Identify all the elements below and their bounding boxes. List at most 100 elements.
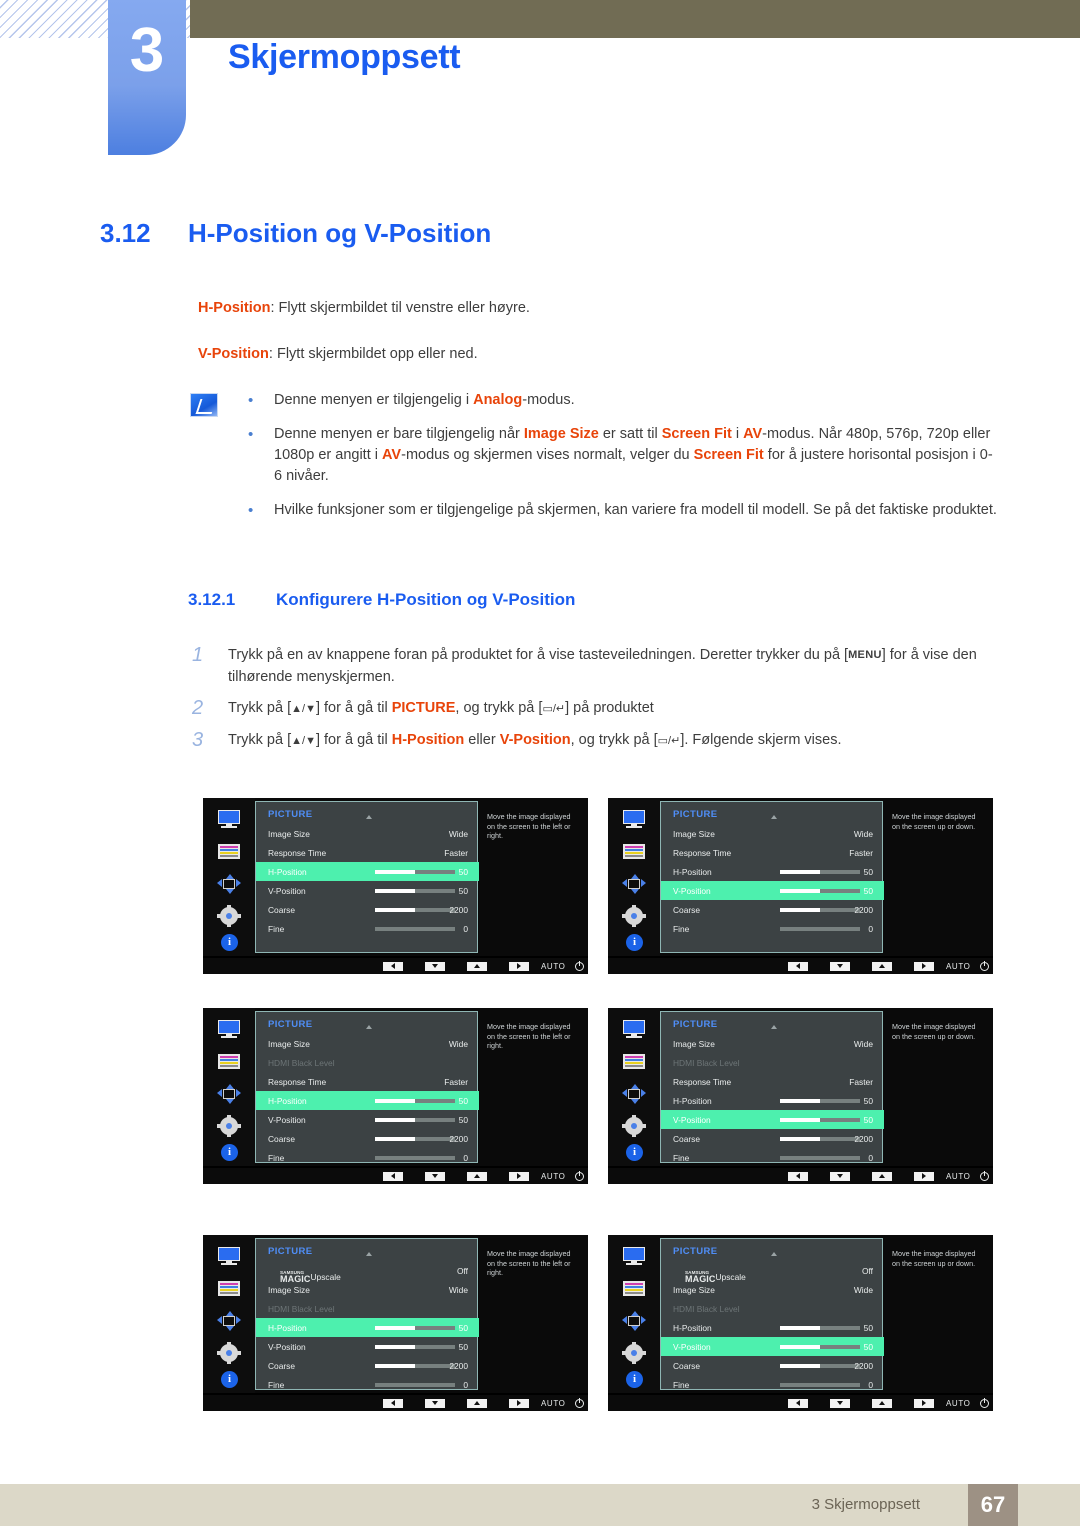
- gear-icon[interactable]: [217, 905, 241, 927]
- osd-button-up[interactable]: [872, 1171, 892, 1181]
- osd-button-right[interactable]: [509, 961, 529, 971]
- osd-scroll-up-icon[interactable]: [366, 1252, 372, 1256]
- gear-icon[interactable]: [217, 1115, 241, 1137]
- osd-button-auto[interactable]: AUTO: [946, 1172, 970, 1181]
- osd-button-auto[interactable]: AUTO: [946, 962, 970, 971]
- osd-menu-row[interactable]: H-Position 50: [256, 1091, 479, 1110]
- osd-slider[interactable]: [780, 1382, 860, 1387]
- monitor-icon[interactable]: [622, 1247, 646, 1267]
- osd-menu-row[interactable]: Image Size Wide: [661, 824, 884, 843]
- osd-menu-row[interactable]: HDMI Black Level: [661, 1299, 884, 1318]
- osd-slider[interactable]: [780, 1344, 860, 1349]
- osd-scroll-up-icon[interactable]: [771, 1252, 777, 1256]
- info-icon[interactable]: [622, 934, 646, 952]
- osd-button-right[interactable]: [914, 961, 934, 971]
- color-bars-icon[interactable]: [217, 1279, 241, 1299]
- osd-button-left[interactable]: [383, 961, 403, 971]
- osd-menu-row[interactable]: Image Size Wide: [661, 1280, 884, 1299]
- osd-slider[interactable]: [780, 888, 860, 893]
- osd-menu-row[interactable]: H-Position 50: [256, 862, 479, 881]
- osd-slider[interactable]: [780, 1117, 860, 1122]
- osd-button-down[interactable]: [425, 1398, 445, 1408]
- power-icon[interactable]: [575, 1171, 585, 1181]
- osd-menu-row[interactable]: V-Position 50: [661, 881, 884, 900]
- osd-menu-row[interactable]: Response Time Faster: [661, 1072, 884, 1091]
- osd-button-left[interactable]: [788, 1398, 808, 1408]
- osd-slider[interactable]: [780, 1136, 860, 1141]
- osd-menu-row[interactable]: Fine 0: [661, 919, 884, 938]
- osd-slider[interactable]: [780, 1098, 860, 1103]
- osd-slider[interactable]: [780, 1363, 860, 1368]
- position-arrows-icon[interactable]: [622, 1311, 646, 1331]
- osd-slider[interactable]: [375, 907, 455, 912]
- gear-icon[interactable]: [217, 1342, 241, 1364]
- osd-slider[interactable]: [375, 1117, 455, 1122]
- color-bars-icon[interactable]: [622, 1052, 646, 1072]
- osd-button-left[interactable]: [788, 1171, 808, 1181]
- info-icon[interactable]: [217, 1144, 241, 1162]
- info-icon[interactable]: [622, 1371, 646, 1389]
- osd-slider[interactable]: [780, 1325, 860, 1330]
- osd-menu-row[interactable]: Coarse 2200: [661, 1129, 884, 1148]
- osd-button-right[interactable]: [509, 1398, 529, 1408]
- osd-button-up[interactable]: [467, 961, 487, 971]
- monitor-icon[interactable]: [622, 810, 646, 830]
- osd-slider[interactable]: [375, 1136, 455, 1141]
- osd-slider[interactable]: [375, 1382, 455, 1387]
- osd-menu-row[interactable]: H-Position 50: [661, 1091, 884, 1110]
- power-icon[interactable]: [575, 1398, 585, 1408]
- osd-button-right[interactable]: [914, 1171, 934, 1181]
- osd-slider[interactable]: [375, 888, 455, 893]
- osd-menu-row[interactable]: V-Position 50: [256, 1337, 479, 1356]
- osd-menu-row[interactable]: Coarse 2200: [256, 1129, 479, 1148]
- osd-slider[interactable]: [375, 1363, 455, 1368]
- monitor-icon[interactable]: [217, 1247, 241, 1267]
- osd-slider[interactable]: [375, 1325, 455, 1330]
- osd-button-right[interactable]: [914, 1398, 934, 1408]
- osd-slider[interactable]: [780, 1155, 860, 1160]
- osd-slider[interactable]: [375, 1155, 455, 1160]
- position-arrows-icon[interactable]: [217, 874, 241, 894]
- osd-menu-row[interactable]: Coarse 2200: [256, 900, 479, 919]
- position-arrows-icon[interactable]: [622, 874, 646, 894]
- color-bars-icon[interactable]: [217, 842, 241, 862]
- gear-icon[interactable]: [622, 1115, 646, 1137]
- color-bars-icon[interactable]: [622, 1279, 646, 1299]
- monitor-icon[interactable]: [217, 810, 241, 830]
- monitor-icon[interactable]: [622, 1020, 646, 1040]
- osd-menu-row[interactable]: V-Position 50: [256, 1110, 479, 1129]
- osd-menu-row[interactable]: H-Position 50: [256, 1318, 479, 1337]
- osd-menu-row[interactable]: Response Time Faster: [256, 1072, 479, 1091]
- osd-scroll-up-icon[interactable]: [366, 1025, 372, 1029]
- osd-menu-row[interactable]: Image Size Wide: [256, 824, 479, 843]
- osd-menu-row[interactable]: Image Size Wide: [256, 1280, 479, 1299]
- color-bars-icon[interactable]: [622, 842, 646, 862]
- osd-menu-row[interactable]: V-Position 50: [661, 1110, 884, 1129]
- osd-slider[interactable]: [375, 926, 455, 931]
- osd-menu-row[interactable]: Coarse 2200: [661, 900, 884, 919]
- power-icon[interactable]: [980, 961, 990, 971]
- osd-menu-row[interactable]: Response Time Faster: [661, 843, 884, 862]
- osd-button-auto[interactable]: AUTO: [541, 1399, 565, 1408]
- osd-button-left[interactable]: [788, 961, 808, 971]
- gear-icon[interactable]: [622, 1342, 646, 1364]
- osd-button-up[interactable]: [872, 1398, 892, 1408]
- osd-menu-row[interactable]: Fine 0: [256, 1148, 479, 1167]
- power-icon[interactable]: [980, 1171, 990, 1181]
- osd-menu-row[interactable]: HDMI Black Level: [661, 1053, 884, 1072]
- osd-menu-row[interactable]: SAMSUNG MAGICUpscale Off: [661, 1261, 884, 1284]
- osd-slider[interactable]: [780, 869, 860, 874]
- osd-button-up[interactable]: [467, 1171, 487, 1181]
- info-icon[interactable]: [622, 1144, 646, 1162]
- osd-button-down[interactable]: [830, 1171, 850, 1181]
- osd-scroll-up-icon[interactable]: [771, 1025, 777, 1029]
- osd-menu-row[interactable]: Image Size Wide: [256, 1034, 479, 1053]
- power-icon[interactable]: [575, 961, 585, 971]
- position-arrows-icon[interactable]: [217, 1311, 241, 1331]
- osd-menu-row[interactable]: Coarse 2200: [661, 1356, 884, 1375]
- osd-menu-row[interactable]: Image Size Wide: [661, 1034, 884, 1053]
- osd-scroll-up-icon[interactable]: [771, 815, 777, 819]
- osd-slider[interactable]: [375, 869, 455, 874]
- osd-button-left[interactable]: [383, 1171, 403, 1181]
- info-icon[interactable]: [217, 1371, 241, 1389]
